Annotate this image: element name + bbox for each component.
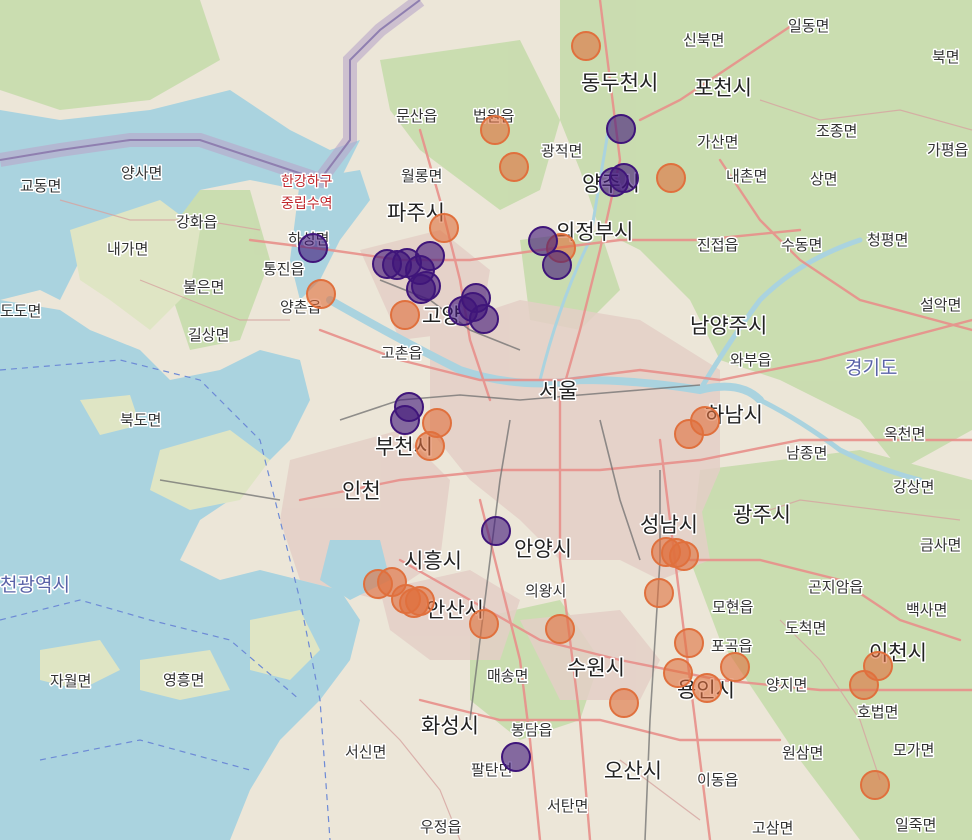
orange-marker[interactable] xyxy=(429,213,459,243)
orange-marker[interactable] xyxy=(415,431,445,461)
label-baeksa: 백사면 xyxy=(906,601,947,619)
label-sudong: 수동면 xyxy=(781,236,822,254)
label-osan: 오산시 xyxy=(604,759,662,783)
label-suwon: 수원시 xyxy=(567,656,625,680)
label-yangsa: 양사면 xyxy=(121,164,162,182)
purple-marker[interactable] xyxy=(298,233,328,263)
label-wonsam: 원삼면 xyxy=(782,744,823,762)
label-hobeop: 호법면 xyxy=(857,703,898,721)
label-seorak: 설악면 xyxy=(920,296,961,314)
label-jojong: 조종면 xyxy=(816,122,857,140)
orange-marker[interactable] xyxy=(480,115,510,145)
orange-marker[interactable] xyxy=(390,300,420,330)
orange-marker[interactable] xyxy=(571,31,601,61)
label-dochuk: 도척면 xyxy=(785,619,826,637)
label-munsan: 문산읍 xyxy=(396,107,437,125)
label-gosam: 고삼면 xyxy=(752,819,793,837)
orange-marker[interactable] xyxy=(849,670,879,700)
label-moga: 모가면 xyxy=(893,741,934,759)
purple-marker[interactable] xyxy=(390,405,420,435)
label-idong: 이동읍 xyxy=(697,771,738,789)
label-okcheon: 옥천면 xyxy=(884,425,925,443)
label-sang: 상면 xyxy=(810,170,838,188)
label-uiwang: 의왕시 xyxy=(525,582,566,600)
label-naega: 내가면 xyxy=(107,240,148,258)
purple-marker[interactable] xyxy=(406,274,436,304)
orange-marker[interactable] xyxy=(663,658,693,688)
label-cheongpyeong: 청평면 xyxy=(867,231,908,249)
label-ujeong: 우정읍 xyxy=(420,818,461,836)
label-pocheon: 포천시 xyxy=(694,76,752,100)
orange-marker[interactable] xyxy=(306,279,336,309)
label-namyangju: 남양주시 xyxy=(690,314,767,338)
label-bukdo: 북도면 xyxy=(120,411,161,429)
orange-marker[interactable] xyxy=(499,152,529,182)
label-gwangju: 광주시 xyxy=(733,503,791,527)
label-ganghwa: 강화읍 xyxy=(176,213,217,231)
label-gapyeong: 가평읍 xyxy=(927,141,968,159)
orange-marker[interactable] xyxy=(399,588,429,618)
purple-marker[interactable] xyxy=(542,250,572,280)
orange-marker[interactable] xyxy=(860,770,890,800)
label-bukmyeon: 북면 xyxy=(932,48,960,66)
label-hangang-estuary-1: 한강하구 xyxy=(281,174,333,190)
label-pogok: 포곡읍 xyxy=(711,637,752,655)
label-gangsang: 강상면 xyxy=(893,478,934,496)
label-sinbuk: 신북면 xyxy=(683,31,724,49)
orange-marker[interactable] xyxy=(469,609,499,639)
purple-marker[interactable] xyxy=(606,114,636,144)
label-doto: 도도면 xyxy=(0,302,41,320)
label-wollong: 월롱면 xyxy=(401,167,442,185)
label-geumsa: 금사면 xyxy=(920,536,961,554)
label-bongdam: 봉담읍 xyxy=(511,721,552,739)
label-yeongheung: 영흥면 xyxy=(163,671,204,689)
label-gasan: 가산면 xyxy=(697,133,738,151)
orange-marker[interactable] xyxy=(674,419,704,449)
label-gochon: 고촌읍 xyxy=(381,344,422,362)
label-tongjin: 통진읍 xyxy=(263,260,304,278)
label-ildong: 일동면 xyxy=(788,17,829,35)
orange-marker[interactable] xyxy=(692,673,722,703)
label-mohyeon: 모현읍 xyxy=(712,598,753,616)
label-namjong: 남종면 xyxy=(786,444,827,462)
orange-marker[interactable] xyxy=(656,163,686,193)
label-hangang-estuary-2: 중립수역 xyxy=(281,196,333,212)
label-naechon: 내촌면 xyxy=(726,167,767,185)
label-incheon-metro: 천광역시 xyxy=(0,574,70,596)
label-seotan: 서탄면 xyxy=(547,797,588,815)
label-maesong: 매송면 xyxy=(487,667,528,685)
label-buleun: 불은면 xyxy=(183,278,224,296)
label-seosin: 서신면 xyxy=(345,743,386,761)
label-anyang: 안양시 xyxy=(514,537,572,561)
label-seoul: 서울 xyxy=(539,379,578,403)
label-gilsang: 길상면 xyxy=(188,326,229,344)
purple-marker[interactable] xyxy=(481,516,511,546)
orange-marker[interactable] xyxy=(674,628,704,658)
orange-marker[interactable] xyxy=(609,688,639,718)
map-canvas[interactable]: 동두천시 포천시 일동면 신북면 북면 문산읍 법원읍 광적면 가산면 조종면 … xyxy=(0,0,972,840)
purple-marker[interactable] xyxy=(501,742,531,772)
label-iljuk: 일죽면 xyxy=(895,816,936,834)
label-hwaseong: 화성시 xyxy=(421,714,479,738)
orange-marker[interactable] xyxy=(545,614,575,644)
label-jinjeop: 진접읍 xyxy=(697,236,738,254)
label-gyodong: 교동면 xyxy=(20,177,61,195)
label-wabu: 와부읍 xyxy=(730,351,771,369)
orange-marker[interactable] xyxy=(720,652,750,682)
label-gyeonggi: 경기도 xyxy=(845,357,897,379)
purple-marker[interactable] xyxy=(469,304,499,334)
label-siheung: 시흥시 xyxy=(404,549,462,573)
orange-marker[interactable] xyxy=(644,578,674,608)
label-gwangjeok: 광적면 xyxy=(541,142,582,160)
label-incheon: 인천 xyxy=(342,479,381,503)
purple-marker[interactable] xyxy=(599,167,629,197)
label-jawol: 자월면 xyxy=(50,672,91,690)
orange-marker[interactable] xyxy=(669,541,699,571)
label-dongducheon: 동두천시 xyxy=(581,71,658,95)
label-yangji: 양지면 xyxy=(766,676,807,694)
label-seongnam: 성남시 xyxy=(640,513,698,537)
label-gonjiam: 곤지암읍 xyxy=(808,578,863,596)
